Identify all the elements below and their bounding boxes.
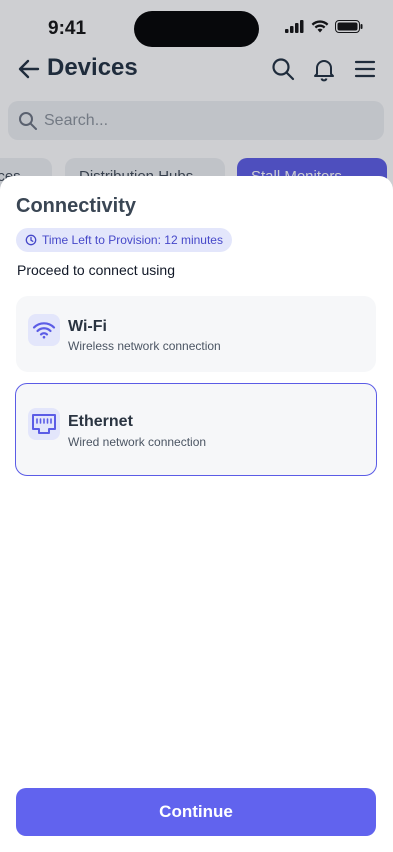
sheet-title: Connectivity [16, 195, 137, 217]
ethernet-icon [28, 408, 60, 440]
clock-icon [25, 234, 37, 246]
provision-timer-badge: Time Left to Provision: 12 minutes [16, 228, 232, 252]
option-ethernet-title: Ethernet [68, 413, 133, 430]
option-ethernet-subtitle: Wired network connection [68, 435, 207, 449]
timer-text: Time Left to Provision: 12 minutes [42, 233, 223, 247]
option-wifi-title: Wi-Fi [68, 318, 107, 335]
option-wifi-subtitle: Wireless network connection [68, 339, 221, 353]
continue-button[interactable]: Continue [16, 788, 376, 836]
connectivity-sheet: Connectivity Time Left to Provision: 12 … [0, 176, 393, 852]
connect-prompt: Proceed to connect using [17, 262, 175, 278]
option-ethernet[interactable]: Ethernet Wired network connection [15, 383, 377, 476]
wifi-icon [28, 314, 60, 346]
option-wifi[interactable]: Wi-Fi Wireless network connection [16, 296, 376, 372]
